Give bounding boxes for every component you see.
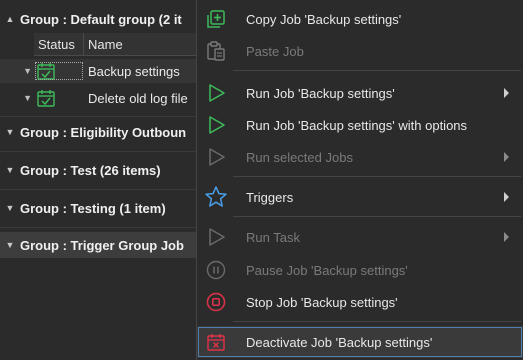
menu-separator bbox=[233, 216, 521, 217]
star-icon bbox=[197, 181, 235, 213]
group-label: Group : Testing (1 item) bbox=[20, 200, 166, 216]
group-label: Group : Default group (2 it bbox=[20, 11, 182, 27]
menu-item-label: Copy Job 'Backup settings' bbox=[246, 11, 402, 27]
menu-item-label: Pause Job 'Backup settings' bbox=[246, 262, 408, 278]
submenu-arrow-icon bbox=[504, 88, 509, 98]
menu-separator bbox=[233, 70, 521, 71]
divider bbox=[0, 151, 200, 152]
menu-item-paste-job[interactable]: Paste Job bbox=[197, 35, 523, 67]
column-header-name[interactable]: Name bbox=[84, 37, 123, 52]
menu-item-label: Run Task bbox=[246, 229, 300, 245]
group-label: Group : Eligibility Outboun bbox=[20, 124, 187, 140]
job-row-delete-old-log-file[interactable]: ▼ Delete old log file bbox=[0, 86, 200, 110]
job-grid: ▲ Group : Default group (2 it Status Nam… bbox=[0, 0, 200, 360]
expand-triangle-icon[interactable]: ▼ bbox=[0, 127, 20, 137]
job-name: Backup settings bbox=[88, 63, 180, 79]
menu-item-run-selected-jobs[interactable]: Run selected Jobs bbox=[197, 141, 523, 173]
expand-triangle-icon[interactable]: ▼ bbox=[0, 203, 20, 213]
copy-add-icon bbox=[197, 3, 235, 35]
job-row-backup-settings[interactable]: ▼ Backup settings bbox=[0, 59, 200, 83]
expand-triangle-icon[interactable]: ▼ bbox=[0, 165, 20, 175]
menu-item-label: Run Job 'Backup settings' with options bbox=[246, 117, 468, 133]
menu-item-deactivate-job[interactable]: Deactivate Job 'Backup settings' bbox=[197, 326, 523, 358]
submenu-arrow-icon bbox=[504, 192, 509, 202]
menu-item-label: Paste Job bbox=[246, 43, 304, 59]
menu-item-run-job-with-options[interactable]: Run Job 'Backup settings' with options bbox=[197, 109, 523, 141]
group-label: Group : Trigger Group Job bbox=[20, 237, 184, 253]
menu-separator bbox=[233, 321, 521, 322]
submenu-arrow-icon bbox=[504, 232, 509, 242]
status-cell bbox=[34, 61, 84, 81]
menu-item-label: Run selected Jobs bbox=[246, 149, 353, 165]
group-label: Group : Test (26 items) bbox=[20, 162, 161, 178]
group-row-default[interactable]: ▲ Group : Default group (2 it bbox=[0, 6, 200, 32]
divider bbox=[0, 189, 200, 190]
group-row-trigger-group[interactable]: ▼ Group : Trigger Group Job bbox=[0, 232, 200, 258]
collapse-triangle-icon[interactable]: ▼ bbox=[0, 93, 34, 103]
menu-item-stop-job[interactable]: Stop Job 'Backup settings' bbox=[197, 286, 523, 318]
menu-item-triggers[interactable]: Triggers bbox=[197, 181, 523, 213]
menu-item-label: Run Job 'Backup settings' bbox=[246, 85, 395, 101]
play-icon bbox=[197, 109, 235, 141]
stop-icon bbox=[197, 286, 235, 318]
calendar-check-icon bbox=[37, 63, 55, 80]
group-row-test[interactable]: ▼ Group : Test (26 items) bbox=[0, 157, 200, 183]
menu-item-run-task[interactable]: Run Task bbox=[197, 221, 523, 253]
calendar-x-icon bbox=[197, 326, 235, 358]
divider bbox=[0, 227, 200, 228]
menu-item-label: Triggers bbox=[246, 189, 294, 205]
status-cell bbox=[34, 88, 84, 108]
calendar-check-icon bbox=[37, 90, 55, 107]
menu-item-run-job[interactable]: Run Job 'Backup settings' bbox=[197, 77, 523, 109]
pause-icon bbox=[197, 254, 235, 286]
job-name: Delete old log file bbox=[88, 90, 188, 106]
collapse-triangle-icon[interactable]: ▼ bbox=[0, 66, 34, 76]
menu-item-label: Stop Job 'Backup settings' bbox=[246, 294, 398, 310]
expand-triangle-icon[interactable]: ▲ bbox=[0, 14, 20, 24]
paste-icon bbox=[197, 35, 235, 67]
play-icon bbox=[197, 77, 235, 109]
menu-separator bbox=[233, 176, 521, 177]
menu-item-copy-job[interactable]: Copy Job 'Backup settings' bbox=[197, 3, 523, 35]
grid-column-header: Status Name bbox=[34, 33, 200, 56]
divider bbox=[0, 116, 200, 117]
context-menu: Copy Job 'Backup settings' Paste Job Run… bbox=[196, 0, 523, 360]
group-row-testing[interactable]: ▼ Group : Testing (1 item) bbox=[0, 195, 200, 221]
play-icon bbox=[197, 141, 235, 173]
column-header-status[interactable]: Status bbox=[34, 33, 84, 55]
expand-triangle-icon[interactable]: ▼ bbox=[0, 240, 20, 250]
submenu-arrow-icon bbox=[504, 152, 509, 162]
menu-item-label: Deactivate Job 'Backup settings' bbox=[246, 334, 433, 350]
group-row-eligibility[interactable]: ▼ Group : Eligibility Outboun bbox=[0, 119, 200, 145]
play-icon bbox=[197, 221, 235, 253]
menu-item-pause-job[interactable]: Pause Job 'Backup settings' bbox=[197, 254, 523, 286]
